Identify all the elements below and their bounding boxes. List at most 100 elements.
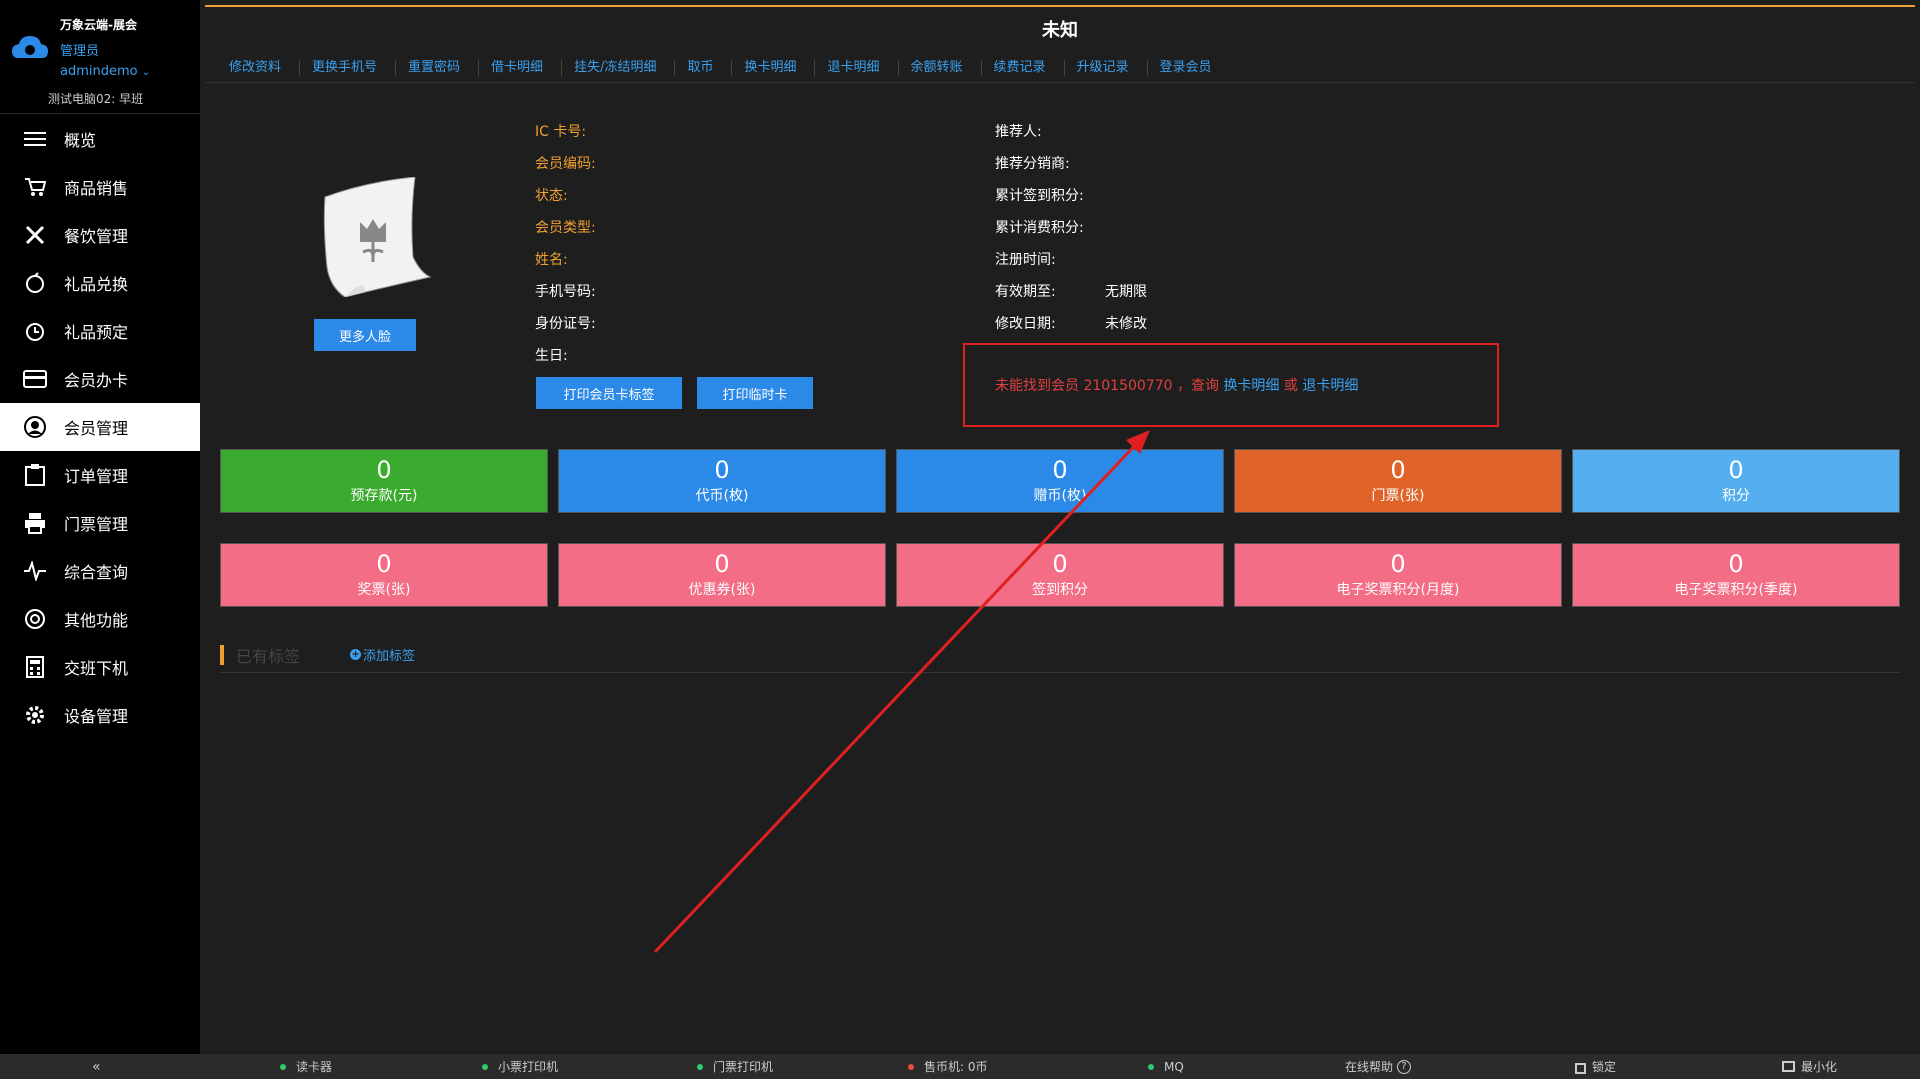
tab-change-phone[interactable]: 更换手机号: [300, 59, 397, 76]
nav-label: 综合查询: [64, 563, 129, 582]
nav-item-orders[interactable]: 订单管理: [0, 451, 200, 499]
gear-icon: [22, 702, 48, 728]
nav-label: 会员管理: [64, 419, 129, 438]
action-tabs: 修改资料 更换手机号 重置密码 借卡明细 挂失/冻结明细 取币 换卡明细 退卡明…: [205, 53, 1915, 83]
aperture-icon: [22, 606, 48, 632]
status-dot-green: [697, 1063, 703, 1070]
member-photo-placeholder: [305, 176, 435, 298]
chevron-down-icon: ⌄: [141, 67, 151, 78]
tab-card-replace-detail[interactable]: 换卡明细: [732, 59, 816, 76]
tags-section: 已有标签 + 添加标签: [220, 637, 1900, 673]
add-tag-button[interactable]: + 添加标签: [350, 645, 415, 664]
card-refund-detail-link[interactable]: 退卡明细: [1302, 375, 1358, 395]
nav-label: 订单管理: [64, 467, 129, 486]
status-dot-green: [1148, 1063, 1154, 1070]
nav-item-membership-card[interactable]: 会员办卡: [0, 355, 200, 403]
nav-label: 概览: [64, 131, 97, 150]
tab-balance-transfer[interactable]: 余额转账: [899, 59, 982, 76]
prepaid-balance-card[interactable]: 0 预存款(元): [220, 449, 548, 513]
tab-withdraw-coins[interactable]: 取币: [675, 59, 733, 76]
lock-button[interactable]: 锁定: [1575, 1054, 1616, 1079]
user-role: 管理员: [60, 44, 100, 59]
referrer-field: 推荐人:: [995, 124, 1042, 140]
prize-tickets-card[interactable]: 0 奖票(张): [220, 543, 548, 607]
tab-upgrade-records[interactable]: 升级记录: [1065, 59, 1148, 76]
tags-title: 已有标签: [236, 646, 301, 666]
menu-icon: [22, 126, 48, 152]
nav-label: 礼品兑换: [64, 275, 129, 294]
tokens-card[interactable]: 0 代币(枚): [558, 449, 886, 513]
balance-cards-row: 0 预存款(元) 0 代币(枚) 0 赠币(枚) 0 门票(张) 0 积分: [220, 449, 1900, 513]
coupons-card[interactable]: 0 优惠券(张): [558, 543, 886, 607]
nav-item-gift-exchange[interactable]: 礼品兑换: [0, 259, 200, 307]
alert-or: 或: [1283, 378, 1298, 394]
nav-label: 设备管理: [64, 707, 129, 726]
nav-label: 礼品预定: [64, 323, 129, 342]
tab-card-refund-detail[interactable]: 退卡明细: [815, 59, 899, 76]
member-code-field: 会员编码:: [535, 156, 596, 172]
main-panel: 未知 修改资料 更换手机号 重置密码 借卡明细 挂失/冻结明细 取币 换卡明细 …: [205, 5, 1915, 1054]
tab-renewal-records[interactable]: 续费记录: [982, 59, 1065, 76]
tab-reset-password[interactable]: 重置密码: [396, 59, 480, 76]
consumption-points-field: 累计消费积分:: [995, 220, 1084, 236]
printer-icon: [22, 510, 48, 536]
status-bar: « 读卡器 小票打印机 门票打印机 售币机: 0币 MQ 在线帮助 ? 锁定 最…: [0, 1054, 1920, 1079]
nav-label: 门票管理: [64, 515, 129, 534]
more-faces-button[interactable]: 更多人脸: [314, 319, 416, 351]
print-member-card-label-button[interactable]: 打印会员卡标签: [536, 377, 682, 409]
tab-edit-profile[interactable]: 修改资料: [217, 59, 301, 76]
user-dropdown[interactable]: admindemo ⌄: [60, 64, 150, 79]
section-marker: [220, 644, 224, 665]
status-dot-green: [280, 1063, 286, 1070]
alert-message: 未能找到会员 2101500770 ，查询: [995, 378, 1219, 394]
online-help-button[interactable]: 在线帮助 ?: [1345, 1054, 1411, 1079]
tab-borrow-card-detail[interactable]: 借卡明细: [479, 59, 563, 76]
nav-item-devices[interactable]: 设备管理: [0, 691, 200, 739]
print-temp-card-button[interactable]: 打印临时卡: [697, 377, 813, 409]
cloud-logo-icon: [12, 36, 48, 58]
nav-item-shift-handover[interactable]: 交班下机: [0, 643, 200, 691]
nav-item-overview[interactable]: 概览: [0, 115, 200, 163]
e-ticket-points-monthly-card[interactable]: 0 电子奖票积分(月度): [1234, 543, 1562, 607]
nav-label: 餐饮管理: [64, 227, 129, 246]
phone-field: 手机号码:: [535, 284, 596, 300]
nav-item-query[interactable]: 综合查询: [0, 547, 200, 595]
nav-item-sales[interactable]: 商品销售: [0, 163, 200, 211]
bonus-coins-card[interactable]: 0 赠币(枚): [896, 449, 1224, 513]
status-field: 状态:: [535, 188, 568, 204]
e-ticket-points-quarterly-card[interactable]: 0 电子奖票积分(季度): [1572, 543, 1900, 607]
referrer-distributor-field: 推荐分销商:: [995, 156, 1070, 172]
nav-menu: 概览 商品销售 餐饮管理 礼品兑换 礼品预定 会员办卡 会员管理 订单管理 门票…: [0, 115, 200, 739]
reward-cards-row: 0 奖票(张) 0 优惠券(张) 0 签到积分 0 电子奖票积分(月度) 0 电子奖票积分…: [220, 543, 1900, 607]
card-replace-detail-link[interactable]: 换卡明细: [1223, 375, 1279, 395]
ic-card-field: IC 卡号:: [535, 124, 587, 140]
card-reader-status: 读卡器: [280, 1054, 332, 1079]
sidebar: 万象云端-展会 管理员 admindemo ⌄ 测试电脑02: 早班 概览 商品…: [0, 0, 200, 1054]
question-icon: ?: [1396, 1059, 1411, 1074]
page-title: 未知: [1042, 20, 1078, 41]
register-time-field: 注册时间:: [995, 252, 1056, 268]
nav-item-gift-reservation[interactable]: 礼品预定: [0, 307, 200, 355]
nav-item-catering[interactable]: 餐饮管理: [0, 211, 200, 259]
checkin-points-card[interactable]: 0 签到积分: [896, 543, 1224, 607]
points-card[interactable]: 0 积分: [1572, 449, 1900, 513]
nav-label: 其他功能: [64, 611, 129, 630]
terminal-shift: 测试电脑02: 早班: [48, 92, 144, 106]
plus-icon: +: [350, 649, 362, 660]
nav-label: 交班下机: [64, 659, 129, 678]
tickets-card[interactable]: 0 门票(张): [1234, 449, 1562, 513]
tab-lost-freeze-detail[interactable]: 挂失/冻结明细: [562, 59, 676, 76]
birthday-field: 生日:: [535, 348, 568, 364]
nav-item-member-management[interactable]: 会员管理: [0, 403, 200, 451]
username: admindemo: [60, 64, 138, 79]
gift-icon: [22, 270, 48, 296]
checkin-points-field: 累计签到积分:: [995, 188, 1084, 204]
add-tag-label: 添加标签: [363, 649, 416, 664]
card-icon: [22, 366, 48, 392]
member-not-found-alert: 未能找到会员 2101500770 ，查询 换卡明细 或 退卡明细: [963, 343, 1499, 427]
minimize-button[interactable]: 最小化: [1782, 1054, 1837, 1079]
nav-item-other[interactable]: 其他功能: [0, 595, 200, 643]
nav-item-tickets[interactable]: 门票管理: [0, 499, 200, 547]
collapse-sidebar-button[interactable]: «: [92, 1054, 101, 1079]
tab-login-member[interactable]: 登录会员: [1148, 60, 1230, 76]
